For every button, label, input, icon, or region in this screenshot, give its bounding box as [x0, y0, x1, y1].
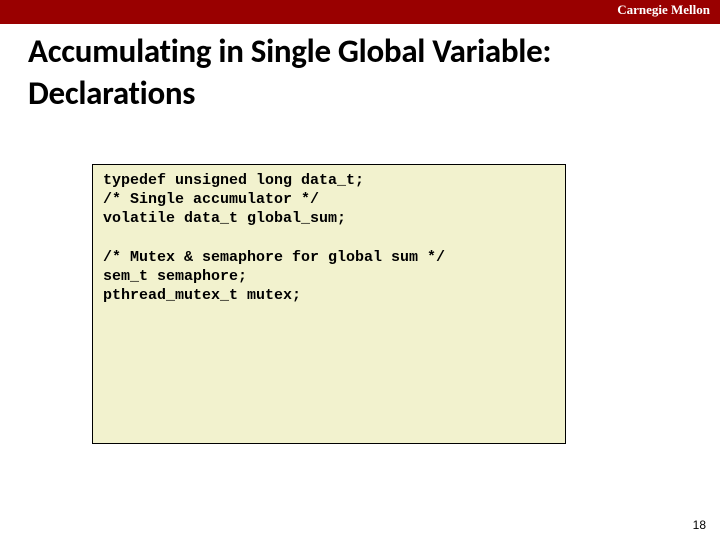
code-block: typedef unsigned long data_t; /* Single …	[92, 164, 566, 444]
slide-title: Accumulating in Single Global Variable: …	[28, 30, 688, 114]
header-bar: Carnegie Mellon	[0, 0, 720, 24]
slide: Carnegie Mellon Accumulating in Single G…	[0, 0, 720, 540]
brand-label: Carnegie Mellon	[617, 2, 710, 18]
page-number: 18	[693, 518, 706, 532]
